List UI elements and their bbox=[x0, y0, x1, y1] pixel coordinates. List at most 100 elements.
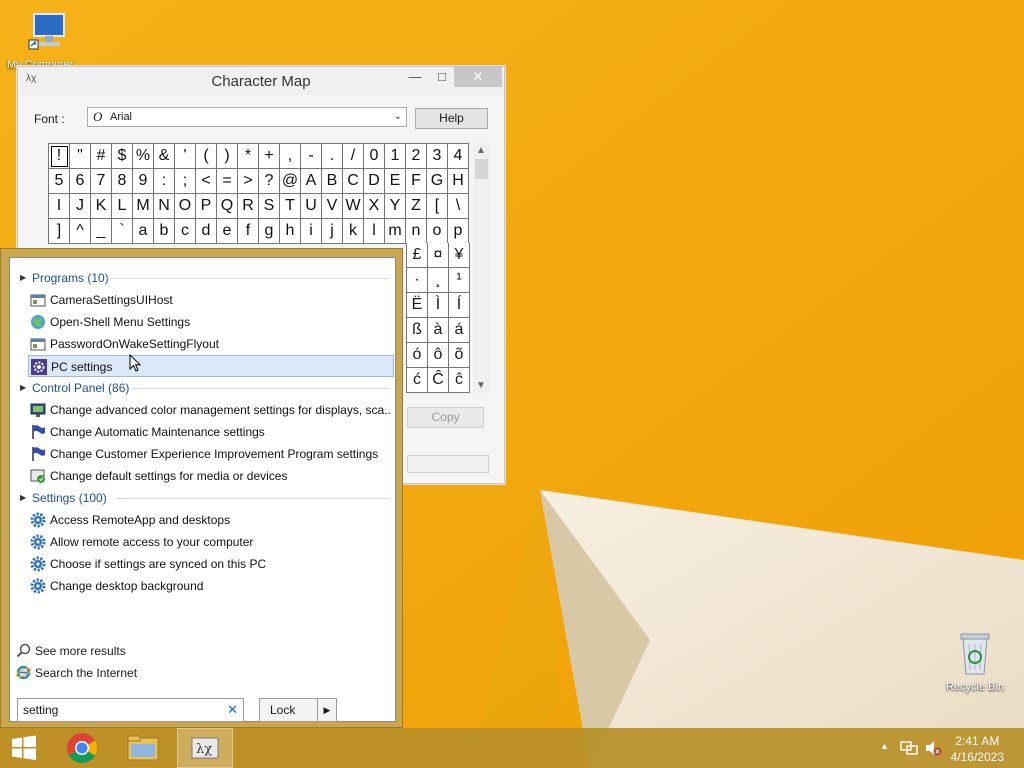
character-cell[interactable]: Ĉ bbox=[428, 368, 449, 393]
character-cell[interactable]: " bbox=[70, 144, 91, 169]
help-button[interactable]: Help bbox=[415, 108, 488, 129]
character-cell[interactable]: õ bbox=[449, 343, 470, 368]
character-cell[interactable]: V bbox=[322, 194, 343, 219]
character-cell[interactable]: L bbox=[112, 194, 133, 219]
character-cell[interactable]: @ bbox=[280, 169, 301, 194]
character-cell[interactable]: Í bbox=[449, 293, 470, 318]
character-cell[interactable]: D bbox=[364, 169, 385, 194]
start-button[interactable] bbox=[0, 728, 48, 768]
character-grid[interactable]: ! " # $% & '() * +, -./0 1 2 3 4 5 6 7 8 9:; < = >? @ A B C D E F G H… bbox=[48, 143, 469, 244]
character-cell[interactable]: d bbox=[196, 219, 217, 244]
character-cell[interactable]: < bbox=[196, 169, 217, 194]
character-cell[interactable]: á bbox=[449, 318, 470, 343]
scroll-down-arrow-icon[interactable]: ▼ bbox=[476, 380, 486, 391]
character-cell[interactable]: l bbox=[364, 219, 385, 244]
character-cell[interactable]: # bbox=[91, 144, 112, 169]
result-item[interactable]: PasswordOnWakeSettingFlyout bbox=[28, 333, 392, 355]
taskbar-file-explorer-button[interactable] bbox=[115, 728, 171, 768]
see-more-results-link[interactable]: See more results bbox=[16, 640, 126, 662]
character-cell[interactable]: M bbox=[133, 194, 154, 219]
character-cell[interactable]: 3 bbox=[427, 144, 448, 169]
character-cell[interactable]: U bbox=[301, 194, 322, 219]
copy-button[interactable]: Copy bbox=[407, 407, 484, 428]
character-cell[interactable]: F bbox=[406, 169, 427, 194]
character-cell[interactable]: o bbox=[427, 219, 448, 244]
character-cell[interactable]: ` bbox=[112, 219, 133, 244]
character-cell[interactable]: à bbox=[428, 318, 449, 343]
character-cell[interactable]: 9 bbox=[133, 169, 154, 194]
font-dropdown[interactable]: O Arial ⌄ bbox=[87, 107, 407, 127]
result-item[interactable]: Change desktop background bbox=[28, 575, 392, 597]
result-item[interactable]: Change default settings for media or dev… bbox=[28, 465, 392, 487]
character-cell[interactable]: p bbox=[448, 219, 469, 244]
character-cell[interactable]: - bbox=[301, 144, 322, 169]
character-cell[interactable]: + bbox=[259, 144, 280, 169]
character-cell[interactable]: $ bbox=[112, 144, 133, 169]
maximize-button[interactable]: □ bbox=[427, 67, 457, 87]
character-cell[interactable]: _ bbox=[91, 219, 112, 244]
character-cell[interactable]: , bbox=[280, 144, 301, 169]
character-cell[interactable]: C bbox=[343, 169, 364, 194]
section-header-control-panel[interactable]: ▶ Control Panel (86) bbox=[20, 378, 390, 398]
section-header-programs[interactable]: ▶ Programs (10) bbox=[20, 268, 390, 288]
character-cell[interactable]: ĉ bbox=[449, 368, 470, 393]
character-cell[interactable]: [ bbox=[427, 194, 448, 219]
character-cell[interactable]: c bbox=[175, 219, 196, 244]
character-cell[interactable]: E bbox=[385, 169, 406, 194]
character-cell[interactable]: ! bbox=[49, 144, 70, 169]
section-header-settings[interactable]: ▶ Settings (100) bbox=[20, 488, 390, 508]
character-cell[interactable]: ¸ bbox=[428, 268, 449, 293]
character-cell[interactable]: A bbox=[301, 169, 322, 194]
network-icon[interactable] bbox=[900, 740, 918, 756]
character-cell[interactable]: W bbox=[343, 194, 364, 219]
character-cell[interactable]: a bbox=[133, 219, 154, 244]
character-cell[interactable]: S bbox=[259, 194, 280, 219]
character-cell[interactable]: = bbox=[217, 169, 238, 194]
character-cell[interactable]: £ bbox=[407, 243, 428, 268]
character-cell[interactable]: Ë bbox=[407, 293, 428, 318]
lock-button[interactable]: Lock ▶ bbox=[259, 698, 337, 722]
character-cell[interactable]: . bbox=[322, 144, 343, 169]
character-cell[interactable]: 5 bbox=[49, 169, 70, 194]
character-cell[interactable]: ) bbox=[217, 144, 238, 169]
character-cell[interactable]: ô bbox=[428, 343, 449, 368]
result-item[interactable]: Change advanced color management setting… bbox=[28, 399, 392, 421]
clock[interactable]: 2:41 AM 4/16/2023 bbox=[951, 733, 1004, 765]
result-item[interactable]: Change Customer Experience Improvement P… bbox=[28, 443, 392, 465]
character-cell[interactable]: P bbox=[196, 194, 217, 219]
character-cell[interactable]: K bbox=[91, 194, 112, 219]
taskbar-chrome-button[interactable] bbox=[56, 728, 112, 768]
character-cell[interactable]: ¹ bbox=[449, 268, 470, 293]
desktop-icon-my-computer[interactable]: My Computer bbox=[0, 10, 80, 71]
character-cell[interactable]: N bbox=[154, 194, 175, 219]
character-cell[interactable]: 1 bbox=[385, 144, 406, 169]
scrollbar-thumb[interactable] bbox=[475, 159, 488, 179]
character-cell[interactable]: I bbox=[49, 194, 70, 219]
character-cell[interactable]: \ bbox=[448, 194, 469, 219]
character-cell[interactable]: i bbox=[301, 219, 322, 244]
character-cell[interactable]: Ì bbox=[428, 293, 449, 318]
character-cell[interactable]: * bbox=[238, 144, 259, 169]
start-search-input[interactable]: setting ✕ bbox=[17, 698, 244, 722]
character-cell[interactable]: ; bbox=[175, 169, 196, 194]
character-cell[interactable]: ( bbox=[196, 144, 217, 169]
clear-search-icon[interactable]: ✕ bbox=[227, 699, 238, 721]
character-cell[interactable]: ć bbox=[407, 368, 428, 393]
character-cell[interactable]: ¥ bbox=[449, 243, 470, 268]
character-cell[interactable]: H bbox=[448, 169, 469, 194]
character-cell[interactable]: ? bbox=[259, 169, 280, 194]
character-grid-scrollbar[interactable]: ▲ ▼ bbox=[473, 143, 490, 393]
character-cell[interactable]: ' bbox=[175, 144, 196, 169]
character-cell[interactable]: ß bbox=[407, 318, 428, 343]
search-internet-link[interactable]: Search the Internet bbox=[16, 662, 137, 684]
character-cell[interactable]: : bbox=[154, 169, 175, 194]
result-item[interactable]: Access RemoteApp and desktops bbox=[28, 509, 392, 531]
scroll-up-arrow-icon[interactable]: ▲ bbox=[476, 145, 486, 156]
volume-muted-icon[interactable] bbox=[924, 740, 942, 756]
character-cell[interactable]: ^ bbox=[70, 219, 91, 244]
character-cell[interactable]: 6 bbox=[70, 169, 91, 194]
character-cell[interactable]: h bbox=[280, 219, 301, 244]
character-cell[interactable]: n bbox=[406, 219, 427, 244]
close-button[interactable]: ✕ bbox=[454, 67, 502, 87]
character-cell[interactable]: m bbox=[385, 219, 406, 244]
